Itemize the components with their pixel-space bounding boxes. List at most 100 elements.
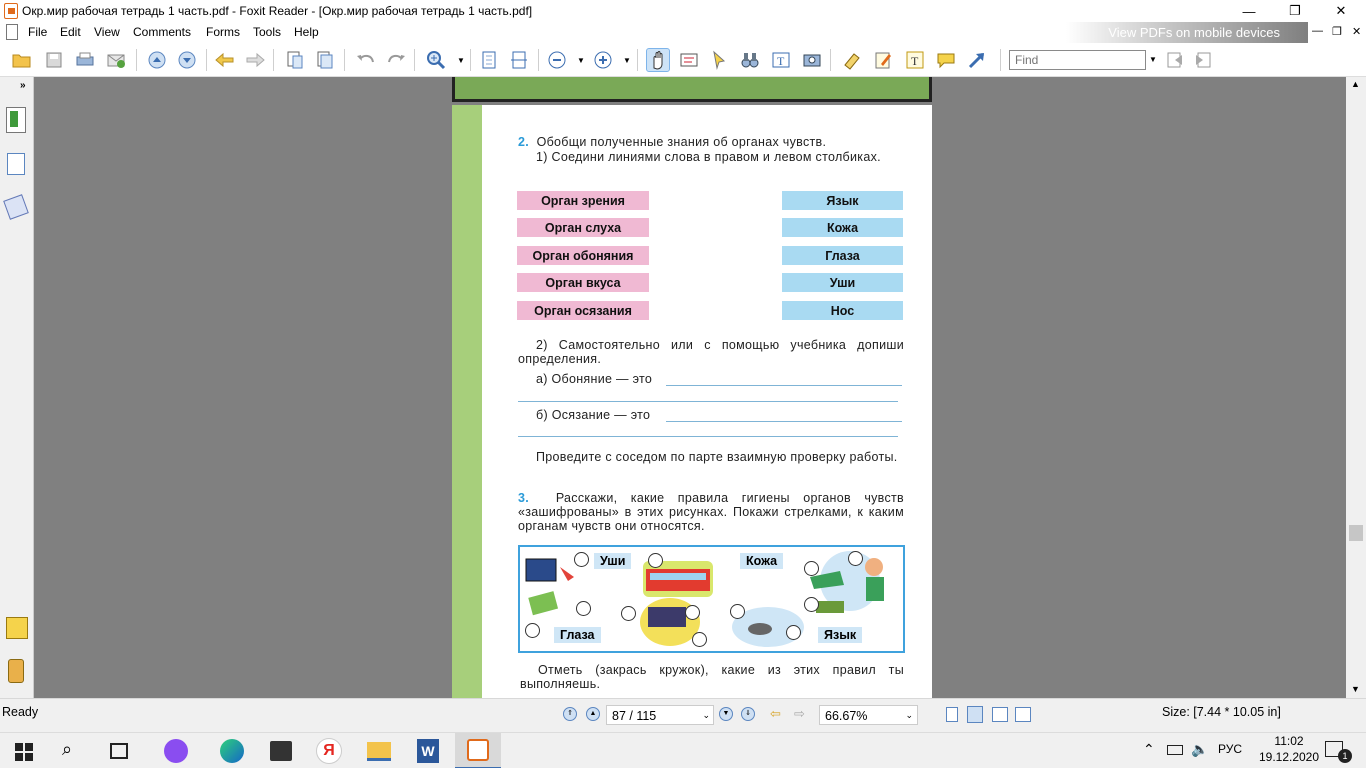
comments-panel-icon[interactable] (6, 617, 28, 639)
zoom-field[interactable]: 66.67% ⌄ (819, 705, 918, 725)
go-forward-icon[interactable]: ⇨ (794, 706, 805, 722)
hand-tool-icon[interactable] (646, 48, 670, 72)
search-icon[interactable]: ⌕ (62, 739, 72, 760)
forward-icon[interactable] (243, 48, 267, 72)
layers-icon[interactable] (3, 194, 29, 220)
menu-forms[interactable]: Forms (206, 25, 240, 39)
email-icon[interactable] (104, 48, 128, 72)
first-page-icon[interactable]: ⇑ (563, 707, 577, 721)
undo-icon[interactable] (354, 48, 378, 72)
note-edit-icon[interactable] (871, 48, 895, 72)
edge-icon[interactable] (220, 739, 244, 763)
task3-text: 3. Расскажи, какие правила гигиены орган… (518, 491, 904, 533)
clock-date[interactable]: 19.12.2020 (1254, 750, 1324, 764)
show-hidden-icons[interactable]: ⌃ (1143, 741, 1155, 758)
alice-icon[interactable] (164, 739, 188, 763)
menu-file[interactable]: File (28, 25, 47, 39)
find-prev-icon[interactable] (1163, 48, 1187, 72)
select-annotation-icon[interactable] (707, 48, 731, 72)
right-label-ears: Уши (782, 273, 903, 292)
bookmarks-icon[interactable] (6, 107, 26, 133)
single-page-icon[interactable] (946, 707, 958, 722)
word-icon[interactable]: W (417, 739, 439, 763)
yandex-browser-icon[interactable]: Я (316, 738, 342, 764)
insert-page-icon[interactable] (313, 48, 337, 72)
select-text-icon[interactable] (677, 48, 701, 72)
attachments-icon[interactable] (8, 659, 24, 683)
menu-tools[interactable]: Tools (253, 25, 281, 39)
print-icon[interactable] (73, 48, 97, 72)
back-icon[interactable] (213, 48, 237, 72)
page-number-field[interactable]: 87 / 115 ⌄ (606, 705, 714, 725)
document-viewer[interactable]: 2. Обобщи полученные знания об органах ч… (34, 77, 1346, 698)
zoom-tool-dropdown-icon[interactable]: ▼ (457, 56, 465, 65)
title-bar: Окр.мир рабочая тетрадь 1 часть.pdf - Fo… (0, 0, 1366, 22)
menu-view[interactable]: View (94, 25, 120, 39)
extract-page-icon[interactable] (283, 48, 307, 72)
redo-icon[interactable] (384, 48, 408, 72)
fit-page-icon[interactable] (477, 48, 501, 72)
continuous-icon[interactable] (967, 706, 983, 723)
zoom-out-dropdown-icon[interactable]: ▼ (577, 56, 585, 65)
ad-banner[interactable]: View PDFs on mobile devices (1066, 22, 1308, 43)
find-next-icon[interactable] (1191, 48, 1215, 72)
continuous-facing-icon[interactable] (1015, 707, 1031, 722)
menu-comments[interactable]: Comments (133, 25, 191, 39)
foxit-taskbar-icon[interactable] (455, 733, 501, 768)
zoom-out-icon[interactable] (545, 48, 569, 72)
expand-panel-icon[interactable]: » (20, 80, 26, 91)
find-binoculars-icon[interactable] (738, 48, 762, 72)
doc-restore-button[interactable]: ❐ (1332, 25, 1342, 38)
task-view-icon[interactable] (110, 743, 128, 759)
windows-start-icon[interactable] (15, 743, 33, 761)
answer-line (518, 436, 898, 437)
find-input[interactable] (1009, 50, 1146, 70)
notification-count: 1 (1338, 749, 1352, 763)
restore-button[interactable]: ❐ (1272, 0, 1318, 22)
doc-minimize-button[interactable]: — (1312, 25, 1323, 37)
minimize-button[interactable]: — (1226, 0, 1272, 22)
facing-icon[interactable] (992, 707, 1008, 722)
right-label-skin: Кожа (782, 218, 903, 237)
menu-edit[interactable]: Edit (60, 25, 81, 39)
typewriter-icon[interactable]: T (769, 48, 793, 72)
scroll-up-icon[interactable]: ▲ (1351, 79, 1360, 89)
prev-page-icon[interactable] (145, 48, 169, 72)
left-label-smell: Орган обоняния (517, 246, 649, 265)
zoom-plus-dropdown-icon[interactable]: ▼ (623, 56, 631, 65)
stamp-icon[interactable] (840, 48, 864, 72)
clock-time[interactable]: 11:02 (1258, 734, 1320, 748)
zoom-plus-icon[interactable] (591, 48, 615, 72)
menu-help[interactable]: Help (294, 25, 319, 39)
scroll-down-icon[interactable]: ▼ (1351, 684, 1360, 694)
taskbar: ⌕ Я W ⌃ 🔈 РУС 11:02 19.12.2020 1 (0, 732, 1366, 768)
zoom-dropdown-icon[interactable]: ⌄ (905, 710, 913, 721)
arrow-tool-icon[interactable] (965, 48, 989, 72)
language-indicator[interactable]: РУС (1218, 742, 1242, 756)
go-back-icon[interactable]: ⇦ (770, 706, 781, 722)
file-explorer-icon[interactable] (367, 742, 391, 761)
pages-icon[interactable] (7, 153, 25, 175)
fit-width-icon[interactable] (507, 48, 531, 72)
find-dropdown-icon[interactable]: ▼ (1149, 55, 1157, 64)
snapshot-icon[interactable] (800, 48, 824, 72)
prev-page-status-icon[interactable]: ▲ (586, 707, 600, 721)
textbox-icon[interactable]: T (903, 48, 927, 72)
battery-icon[interactable] (1167, 745, 1183, 755)
store-icon[interactable] (270, 741, 292, 761)
volume-icon[interactable]: 🔈 (1191, 741, 1208, 758)
open-icon[interactable] (10, 48, 34, 72)
left-label-touch: Орган осязания (517, 301, 649, 320)
zoom-in-icon[interactable] (424, 48, 448, 72)
scroll-thumb[interactable] (1349, 525, 1363, 541)
save-icon[interactable] (42, 48, 66, 72)
page-dropdown-icon[interactable]: ⌄ (702, 710, 710, 721)
next-page-icon[interactable] (175, 48, 199, 72)
close-button[interactable]: ✕ (1318, 0, 1364, 22)
comment-icon[interactable] (934, 48, 958, 72)
last-page-icon[interactable]: ⇓ (741, 707, 755, 721)
vertical-scrollbar[interactable]: ▲ ▼ (1346, 77, 1366, 698)
doc-close-button[interactable]: ✕ (1352, 25, 1361, 38)
next-page-status-icon[interactable]: ▼ (719, 707, 733, 721)
hygiene-pictures: Уши Кожа Глаза Язык (518, 545, 905, 653)
